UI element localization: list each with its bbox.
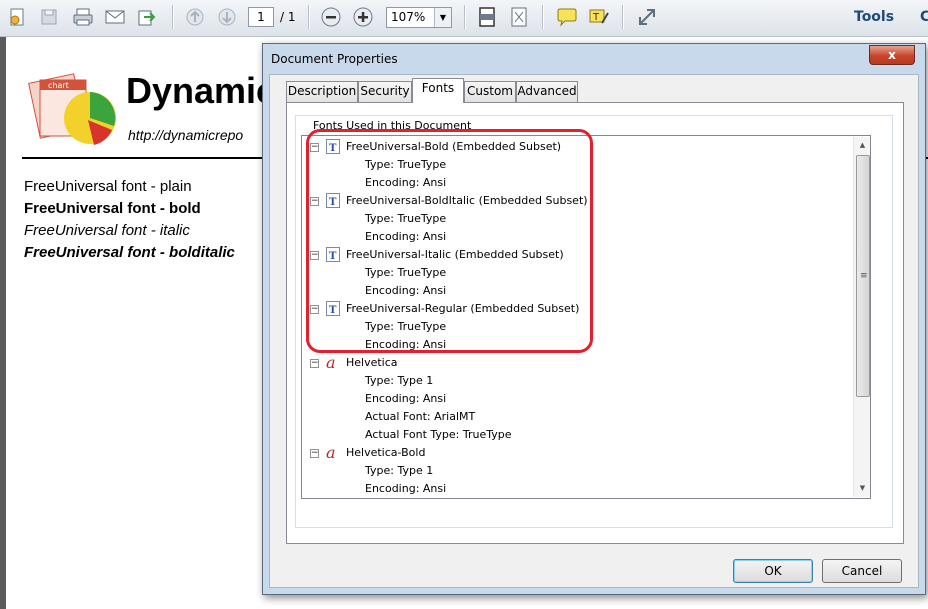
email-icon[interactable] (104, 6, 126, 28)
chevron-down-icon[interactable]: ▼ (434, 8, 451, 27)
zoom-select[interactable]: 107% ▼ (386, 7, 452, 28)
print-icon[interactable] (72, 6, 94, 28)
font-actual: Actual Font: ArialMT (365, 410, 476, 423)
tab-fonts[interactable]: Fonts (412, 78, 464, 103)
font-type: Type: Type 1 (365, 464, 434, 477)
next-page-icon[interactable] (216, 6, 238, 28)
zoom-value: 107% (391, 10, 426, 24)
dchart-logo: chart (22, 68, 122, 148)
fit-page-icon[interactable] (476, 6, 498, 28)
font-name: Helvetica (346, 356, 398, 369)
font-encoding: Encoding: Ansi (365, 392, 447, 405)
font-type: Type: Type 1 (365, 374, 434, 387)
toolbar: 1 / 1 107% ▼ T Tools C (0, 0, 928, 37)
previous-page-icon[interactable] (184, 6, 206, 28)
svg-text:a: a (326, 355, 336, 370)
close-button[interactable]: x (869, 45, 915, 65)
document-line-plain: FreeUniversal font - plain (24, 178, 192, 195)
font-encoding: Encoding: Ansi (365, 482, 447, 495)
zoom-in-icon[interactable] (352, 6, 374, 28)
toolbar-separator (308, 5, 310, 29)
highlight-text-icon[interactable]: T (588, 6, 610, 28)
toolbar-separator (622, 5, 624, 29)
type1-font-icon: a (326, 445, 336, 460)
svg-text:a: a (326, 445, 336, 460)
comment-link[interactable]: C (920, 9, 928, 25)
font-name: Helvetica-Bold (346, 446, 426, 459)
font-actual-type: Actual Font Type: TrueType (365, 428, 512, 441)
save-icon[interactable] (38, 6, 60, 28)
toolbar-separator (172, 5, 174, 29)
svg-text:T: T (592, 12, 600, 23)
comment-icon[interactable] (556, 6, 578, 28)
document-line-bold: FreeUniversal font - bold (24, 200, 201, 217)
svg-text:chart: chart (48, 81, 69, 90)
tab-security[interactable]: Security (358, 81, 412, 102)
toolbar-separator (464, 5, 466, 29)
highlight-annotation (306, 129, 593, 353)
scroll-thumb[interactable]: ≡ (856, 155, 870, 397)
grip-icon: ≡ (860, 271, 868, 281)
toolbar-separator (542, 5, 544, 29)
expand-icon[interactable] (636, 6, 658, 28)
document-title: Dynamic (126, 70, 277, 111)
scroll-down-icon[interactable]: ▼ (854, 480, 870, 497)
document-line-bolditalic: FreeUniversal font - bolditalic (24, 244, 235, 261)
document-url: http://dynamicrepo (128, 127, 244, 143)
dialog-title: Document Properties (271, 52, 398, 66)
page-total: / 1 (280, 10, 296, 24)
tree-scrollbar[interactable]: ▲ ≡ ▼ (853, 137, 870, 497)
tab-custom[interactable]: Custom (464, 81, 516, 102)
zoom-out-icon[interactable] (320, 6, 342, 28)
collapse-icon[interactable]: − (310, 359, 319, 368)
tree-font-item[interactable]: − a Helvetica (302, 354, 842, 372)
create-icon[interactable] (6, 6, 28, 28)
full-screen-icon[interactable] (508, 6, 530, 28)
ok-button[interactable]: OK (733, 559, 813, 583)
type1-font-icon: a (326, 355, 336, 370)
tab-advanced[interactable]: Advanced (516, 81, 578, 102)
page-number-input[interactable]: 1 (248, 7, 274, 27)
scroll-up-icon[interactable]: ▲ (854, 137, 870, 154)
cancel-button[interactable]: Cancel (822, 559, 902, 583)
document-line-italic: FreeUniversal font - italic (24, 222, 190, 239)
collapse-icon[interactable]: − (310, 449, 319, 458)
tab-description[interactable]: Description (286, 81, 358, 102)
tools-link[interactable]: Tools (854, 9, 894, 25)
export-icon[interactable] (136, 6, 158, 28)
tree-font-item[interactable]: − a Helvetica-Bold (302, 444, 842, 462)
